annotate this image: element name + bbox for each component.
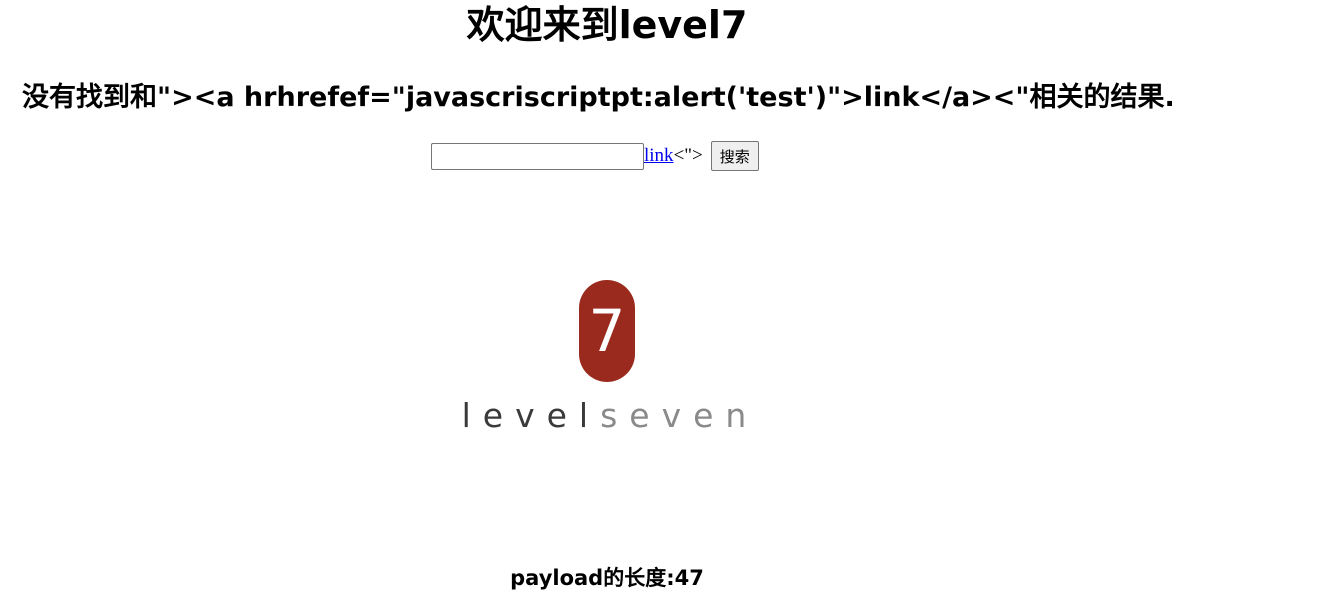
- injected-trailing-text: <">: [673, 145, 703, 166]
- logo-word-level: level: [461, 396, 601, 435]
- page-title: 欢迎来到level7: [466, 3, 748, 47]
- search-input[interactable]: [431, 142, 644, 170]
- payload-length: payload的长度:47: [510, 566, 704, 590]
- search-form: link <"> 搜索: [431, 141, 759, 171]
- injected-link[interactable]: link: [644, 145, 674, 167]
- logo-badge-number: 7: [579, 280, 635, 382]
- page: 欢迎来到level7 没有找到和"><a hrhrefef="javascris…: [0, 0, 1344, 610]
- result-message: 没有找到和"><a hrhrefef="javascriscriptpt:ale…: [22, 82, 1175, 113]
- search-button[interactable]: 搜索: [710, 141, 759, 171]
- logo-word-seven: seven: [600, 396, 759, 435]
- logo-wordmark: levelseven: [460, 396, 760, 436]
- levelseven-logo: 7 levelseven: [460, 280, 760, 435]
